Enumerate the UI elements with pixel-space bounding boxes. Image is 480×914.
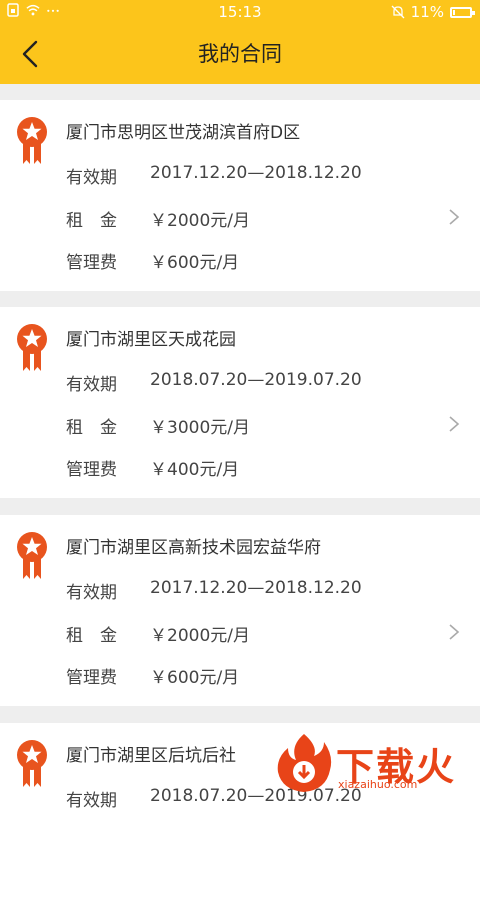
fee-value: ￥400元/月 [150, 460, 240, 480]
chevron-right-icon [449, 624, 460, 640]
valid-period-row: 有效期 2018.07.20—2019.07.20 [66, 370, 362, 395]
back-button[interactable] [14, 36, 54, 72]
valid-period-row: 有效期 2017.12.20—2018.12.20 [66, 578, 362, 603]
valid-period-label: 有效期 [66, 375, 117, 395]
mute-icon [391, 5, 405, 19]
valid-period-label: 有效期 [66, 583, 117, 603]
status-right-icons: 11% [391, 3, 475, 21]
watermark-logo: 下载火 xiazaihuo.com [274, 732, 474, 796]
contract-card[interactable]: 厦门市湖里区天成花园 有效期 2018.07.20—2019.07.20 租 金… [0, 307, 480, 498]
rent-value: ￥2000元/月 [150, 626, 250, 646]
rent-value: ￥3000元/月 [150, 418, 250, 438]
battery-fill [453, 9, 455, 15]
contract-address: 厦门市思明区世茂湖滨首府D区 [66, 123, 301, 143]
watermark-url: xiazaihuo.com [338, 778, 418, 791]
award-ribbon-icon [17, 117, 47, 164]
fee-label: 管理费 [66, 460, 117, 480]
valid-period-value: 2017.12.20—2018.12.20 [150, 578, 362, 598]
rent-label: 租 金 [66, 211, 117, 231]
valid-period-label: 有效期 [66, 791, 117, 811]
fee-value: ￥600元/月 [150, 668, 240, 688]
battery-icon [450, 6, 475, 18]
award-ribbon-icon [17, 324, 47, 371]
contract-address: 厦门市湖里区高新技术园宏益华府 [66, 538, 321, 558]
rent-row: 租 金 ￥2000元/月 [66, 621, 250, 646]
valid-period-value: 2017.12.20—2018.12.20 [150, 163, 362, 183]
status-bar: 15:13 11% [0, 0, 480, 24]
rent-row: 租 金 ￥2000元/月 [66, 206, 250, 231]
valid-period-value: 2018.07.20—2019.07.20 [150, 370, 362, 390]
award-ribbon-icon [17, 740, 47, 787]
rent-label: 租 金 [66, 626, 117, 646]
rent-row: 租 金 ￥3000元/月 [66, 413, 250, 438]
valid-period-row: 有效期 2018.07.20—2019.07.20 [66, 786, 362, 811]
flame-logo-icon [277, 734, 332, 792]
fee-row: 管理费 ￥600元/月 [66, 248, 239, 273]
fee-label: 管理费 [66, 253, 117, 273]
valid-period-row: 有效期 2017.12.20—2018.12.20 [66, 163, 362, 188]
contract-address: 厦门市湖里区天成花园 [66, 330, 236, 350]
fee-value: ￥600元/月 [150, 253, 240, 273]
chevron-left-icon [22, 40, 38, 68]
rent-value: ￥2000元/月 [150, 211, 250, 231]
contract-address: 厦门市湖里区后坑后社 [66, 746, 236, 766]
valid-period-label: 有效期 [66, 168, 117, 188]
fee-row: 管理费 ￥400元/月 [66, 455, 239, 480]
chevron-right-icon [449, 416, 460, 432]
page-title: 我的合同 [198, 42, 282, 66]
battery-percent: 11% [410, 3, 444, 21]
contract-card[interactable]: 厦门市湖里区高新技术园宏益华府 有效期 2017.12.20—2018.12.2… [0, 515, 480, 706]
app-header: 我的合同 [0, 24, 480, 84]
contract-card[interactable]: 厦门市思明区世茂湖滨首府D区 有效期 2017.12.20—2018.12.20… [0, 100, 480, 291]
award-ribbon-icon [17, 532, 47, 579]
fee-label: 管理费 [66, 668, 117, 688]
rent-label: 租 金 [66, 418, 117, 438]
chevron-right-icon [449, 209, 460, 225]
fee-row: 管理费 ￥600元/月 [66, 663, 239, 688]
